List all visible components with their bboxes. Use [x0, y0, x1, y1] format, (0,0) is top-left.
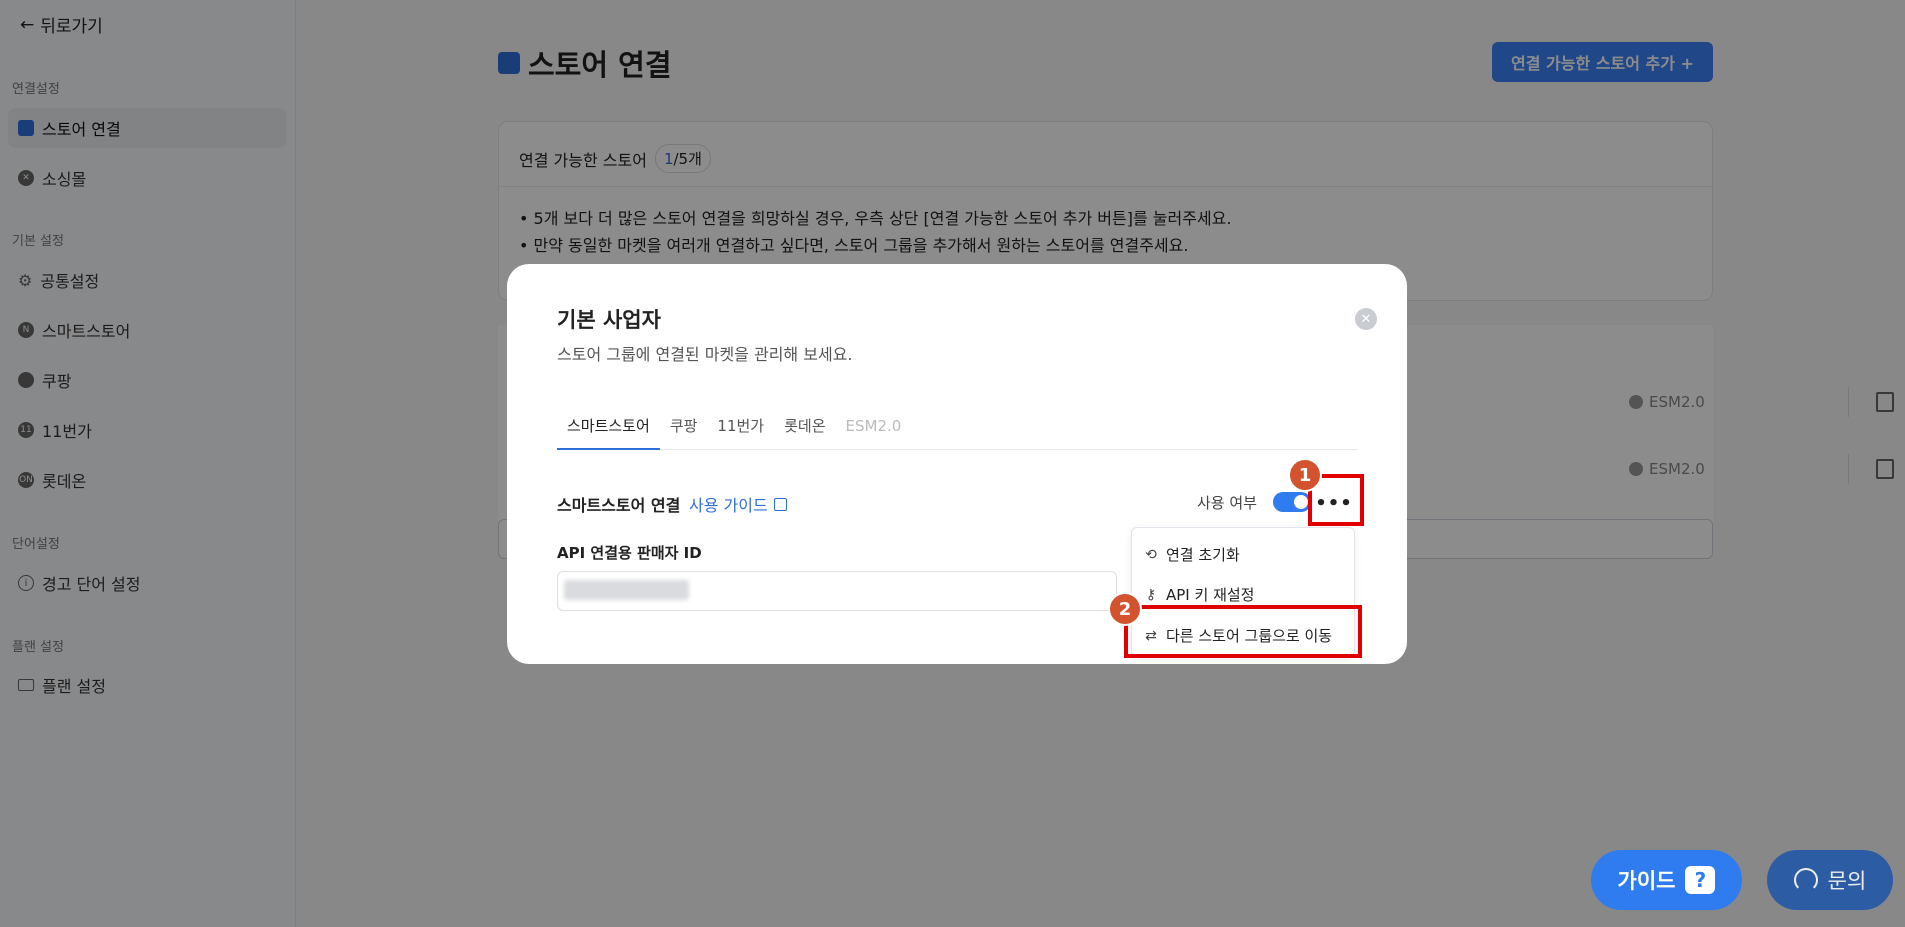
- use-toggle[interactable]: [1273, 492, 1311, 512]
- usage-guide-link[interactable]: 사용 가이드: [689, 492, 787, 516]
- tab-smartstore[interactable]: 스마트스토어: [557, 414, 660, 450]
- menu-item-reset-connection[interactable]: ⟲ 연결 초기화: [1144, 544, 1240, 565]
- step-badge-2: 2: [1108, 592, 1142, 626]
- menu-item-reset-api-key[interactable]: ⚷ API 키 재설정: [1144, 584, 1255, 605]
- menu-item-label: 연결 초기화: [1166, 546, 1240, 564]
- inquiry-label: 문의: [1827, 869, 1867, 893]
- highlight-box-2: [1124, 605, 1362, 658]
- guide-link-text: 사용 가이드: [689, 496, 768, 515]
- key-icon: ⚷: [1145, 586, 1157, 603]
- question-icon: ?: [1685, 866, 1716, 894]
- modal-title: 기본 사업자: [557, 308, 661, 332]
- tab-11st[interactable]: 11번가: [707, 414, 774, 450]
- menu-item-label: API 키 재설정: [1166, 586, 1255, 604]
- blurred-value: [564, 580, 689, 600]
- connection-label: 스마트스토어 연결: [557, 496, 681, 515]
- market-tabs: 스마트스토어 쿠팡 11번가 롯데온 ESM2.0: [557, 414, 1357, 450]
- api-seller-id-input[interactable]: [557, 571, 1117, 611]
- guide-button[interactable]: 가이드 ?: [1591, 850, 1742, 910]
- inquiry-button[interactable]: 문의: [1767, 850, 1893, 910]
- step-badge-1: 1: [1288, 458, 1322, 492]
- use-label: 사용 여부: [1197, 494, 1257, 512]
- modal-subtitle: 스토어 그룹에 연결된 마켓을 관리해 보세요.: [557, 345, 853, 364]
- toggle-knob: [1294, 495, 1308, 509]
- tab-coupang[interactable]: 쿠팡: [660, 414, 708, 450]
- close-icon[interactable]: ✕: [1355, 308, 1377, 330]
- connection-row: 스마트스토어 연결 사용 가이드 사용 여부 •••: [557, 488, 1357, 518]
- reset-icon: ⟲: [1145, 546, 1157, 563]
- headset-icon: [1793, 868, 1818, 892]
- tab-lotteon[interactable]: 롯데온: [774, 414, 835, 450]
- external-link-icon: [773, 497, 787, 511]
- guide-label: 가이드: [1617, 869, 1676, 893]
- tab-esm: ESM2.0: [845, 417, 902, 435]
- api-seller-id-label: API 연결용 판매자 ID: [557, 544, 702, 562]
